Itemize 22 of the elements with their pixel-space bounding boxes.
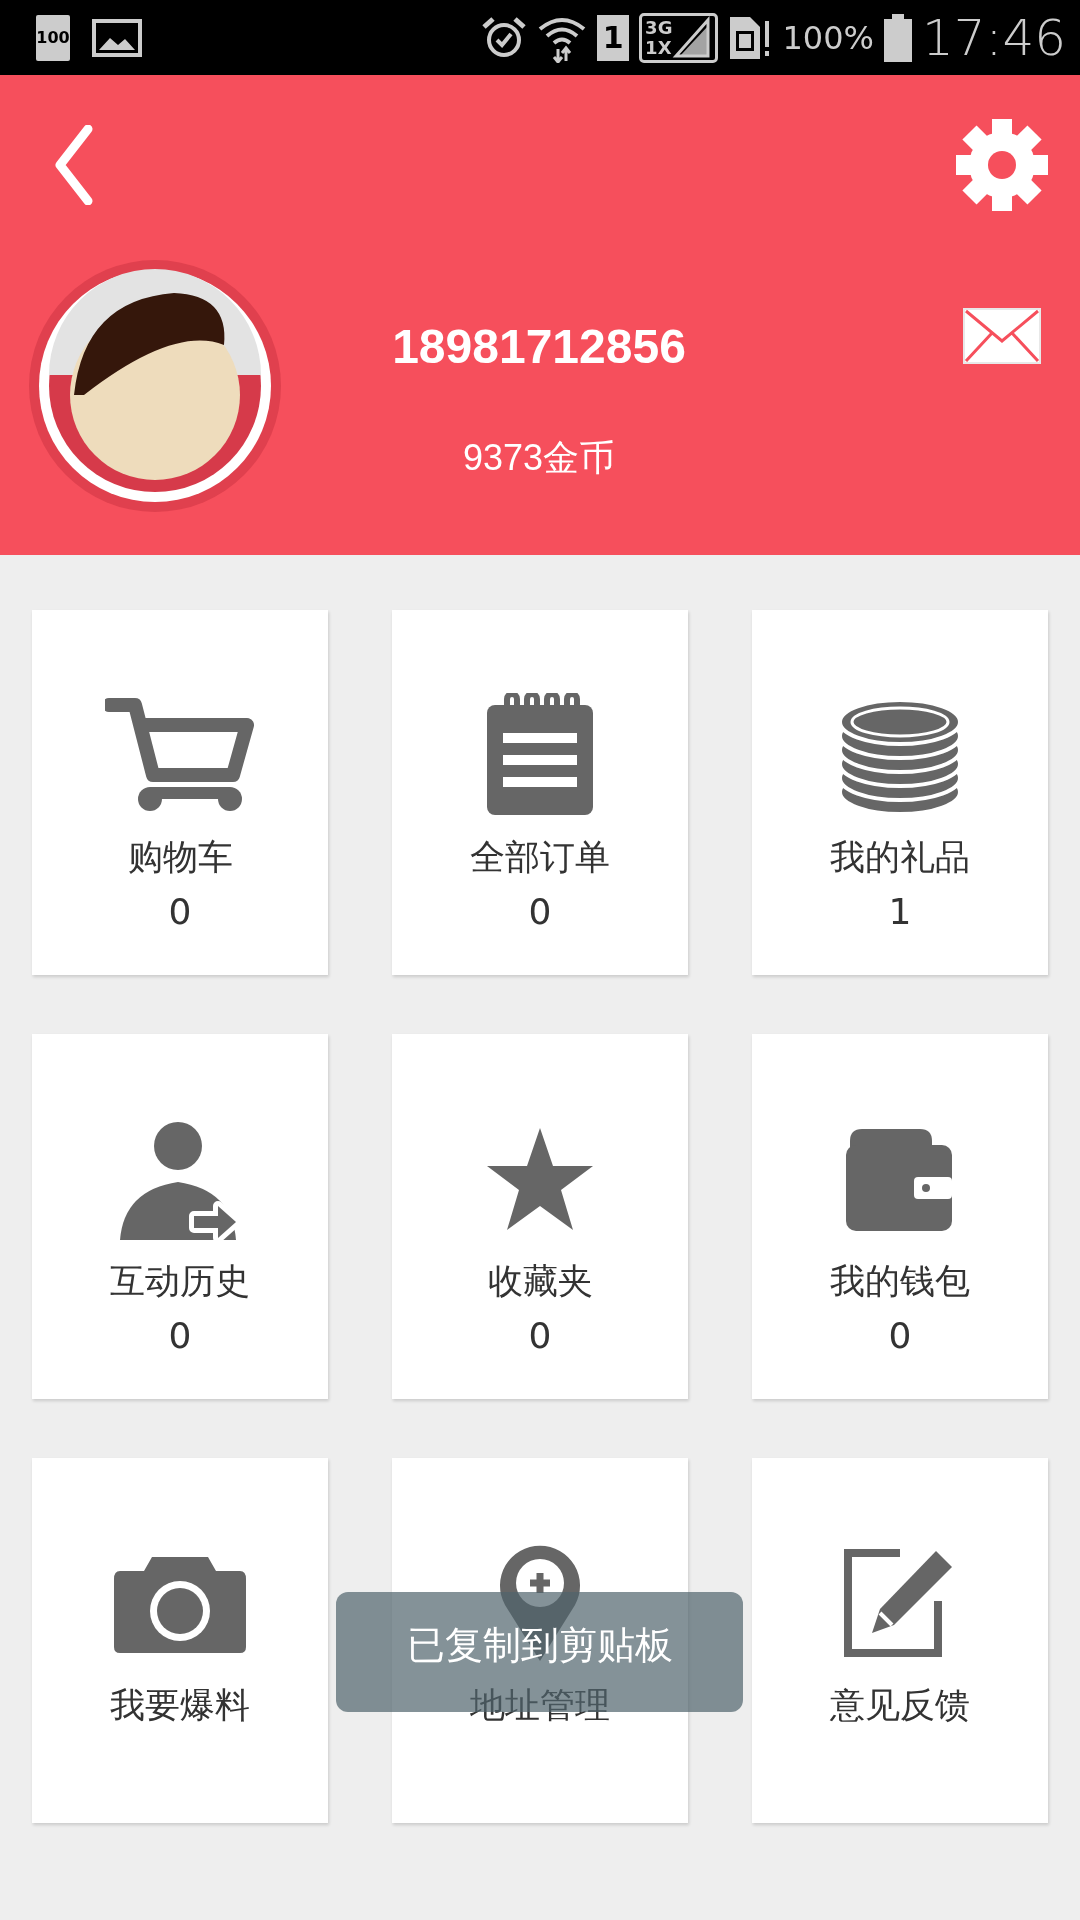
menu-tile[interactable]: 全部订单 0 (392, 610, 688, 975)
menu-tile[interactable]: 收藏夹 0 (392, 1034, 688, 1399)
star-icon (485, 1126, 595, 1232)
phone-number: 18981712856 (392, 319, 686, 374)
menu-tile[interactable]: 购物车 0 (32, 610, 328, 975)
menu-tile[interactable]: 我要爆料 (32, 1458, 328, 1823)
battery-saver-icon: 100 (36, 14, 70, 61)
battery-percent: 100% (782, 18, 874, 57)
clock: 17:46 (921, 8, 1066, 67)
notepad-icon (485, 692, 595, 818)
menu-tile[interactable]: 我的礼品 1 (752, 610, 1048, 975)
menu-tile[interactable]: 意见反馈 (752, 1458, 1048, 1823)
settings-button[interactable] (954, 117, 1050, 213)
coin-balance: 9373金币 (462, 436, 616, 480)
message-button[interactable] (962, 307, 1042, 365)
battery-icon (883, 13, 912, 62)
signal-icon: 3G 1X (639, 12, 719, 63)
image-icon (92, 17, 142, 58)
sim-icon: 1 (597, 14, 630, 61)
menu-tile[interactable]: 我的钱包 0 (752, 1034, 1048, 1399)
back-button[interactable] (54, 125, 94, 205)
menu-tile[interactable]: 互动历史 0 (32, 1034, 328, 1399)
